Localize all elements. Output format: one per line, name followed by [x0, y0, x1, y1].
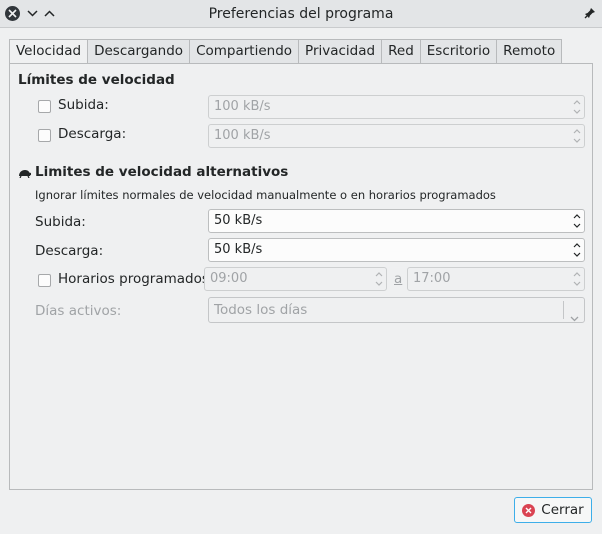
close-button-label: Cerrar [541, 502, 584, 518]
upload-limit-value: 100 kB/s [214, 99, 271, 114]
alt-download-value: 50 kB/s [214, 242, 263, 257]
start-time-spinbox[interactable]: 09:00 [204, 267, 387, 291]
download-limit-checkbox[interactable] [38, 129, 51, 142]
alt-download-spinbox[interactable]: 50 kB/s [208, 238, 585, 262]
title-bar: Preferencias del programa [0, 0, 602, 28]
upload-limit-spinbox[interactable]: 100 kB/s [208, 95, 585, 119]
active-days-value: Todos los días [214, 302, 308, 318]
combo-separator [563, 301, 564, 319]
scheduled-times-checkbox[interactable] [38, 274, 51, 287]
scheduled-times-label: Horarios programados: [58, 271, 214, 287]
tab-velocidad[interactable]: Velocidad [9, 39, 88, 65]
tab-red[interactable]: Red [381, 39, 420, 64]
alt-download-label: Descarga: [35, 243, 104, 259]
alt-upload-spinbox[interactable]: 50 kB/s [208, 209, 585, 233]
download-limit-label: Descarga: [58, 126, 127, 142]
window-title: Preferencias del programa [208, 6, 394, 22]
spin-arrows-icon[interactable] [570, 268, 584, 290]
time-range-separator: a [394, 271, 403, 287]
upload-limit-label: Subida: [58, 97, 109, 113]
chevron-down-icon[interactable] [570, 306, 579, 330]
close-button[interactable]: Cerrar [514, 497, 592, 523]
download-limit-value: 100 kB/s [214, 128, 271, 143]
active-days-label: Días activos: [35, 303, 122, 319]
tab-privacidad[interactable]: Privacidad [298, 39, 382, 64]
speed-limits-title: Límites de velocidad [18, 72, 175, 88]
close-icon [522, 503, 536, 517]
tab-panel-velocidad: Límites de velocidad Subida: 100 kB/s De… [9, 63, 593, 490]
alt-limits-description: Ignorar límites normales de velocidad ma… [35, 188, 496, 202]
alt-limits-title: Limites de velocidad alternativos [35, 164, 289, 180]
pin-icon[interactable] [582, 5, 598, 21]
spin-arrows-icon[interactable] [570, 210, 584, 232]
tab-descargando[interactable]: Descargando [87, 39, 190, 64]
turtle-icon [18, 167, 32, 182]
spin-arrows-icon[interactable] [570, 125, 584, 147]
end-time-value: 17:00 [413, 271, 451, 286]
active-days-combobox[interactable]: Todos los días [208, 297, 585, 323]
tab-bar: Velocidad Descargando Compartiendo Priva… [9, 39, 563, 65]
end-time-spinbox[interactable]: 17:00 [407, 267, 585, 291]
spin-arrows-icon[interactable] [372, 268, 386, 290]
tab-compartiendo[interactable]: Compartiendo [189, 39, 299, 64]
alt-upload-label: Subida: [35, 214, 86, 230]
spin-arrows-icon[interactable] [570, 96, 584, 118]
upload-limit-checkbox[interactable] [38, 100, 51, 113]
spin-arrows-icon[interactable] [570, 239, 584, 261]
download-limit-spinbox[interactable]: 100 kB/s [208, 124, 585, 148]
tab-remoto[interactable]: Remoto [496, 39, 563, 64]
start-time-value: 09:00 [210, 271, 248, 286]
tab-escritorio[interactable]: Escritorio [419, 39, 497, 64]
alt-upload-value: 50 kB/s [214, 213, 263, 228]
